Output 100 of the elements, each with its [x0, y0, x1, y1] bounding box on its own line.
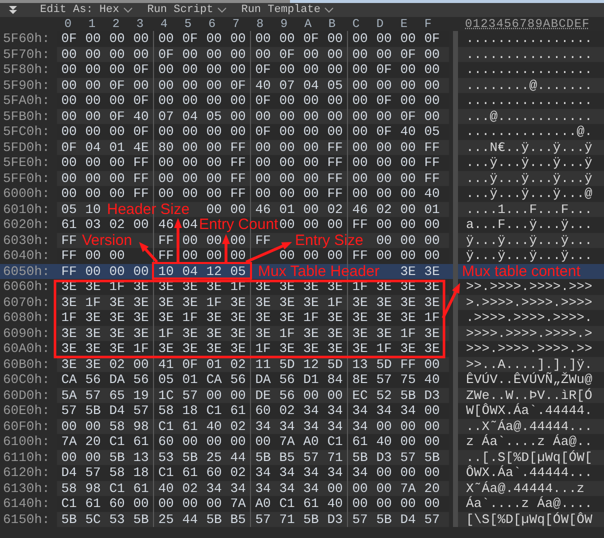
hex-byte[interactable]: 34 [251, 480, 275, 496]
hex-byte[interactable]: 18 [178, 403, 202, 418]
hex-byte[interactable]: 03 [81, 217, 105, 232]
hex-byte[interactable]: 00 [57, 418, 81, 434]
hex-byte[interactable]: 00 [81, 62, 105, 78]
hex-byte[interactable]: 00 [275, 31, 299, 46]
hex-byte[interactable]: 00 [178, 62, 202, 78]
hex-byte[interactable]: 00 [154, 31, 178, 46]
hex-byte[interactable]: FF [348, 217, 372, 232]
hex-byte[interactable]: 00 [178, 248, 202, 264]
hex-byte[interactable]: FF [226, 155, 250, 170]
hex-byte[interactable]: 00 [299, 108, 323, 124]
hex-byte[interactable]: 40 [396, 124, 420, 140]
hex-byte[interactable]: 00 [154, 186, 178, 202]
hex-byte[interactable]: 00 [275, 155, 299, 170]
hex-byte[interactable]: 00 [129, 46, 153, 62]
hex-byte[interactable]: 00 [396, 93, 420, 108]
hex-byte[interactable]: 00 [420, 434, 444, 450]
hex-byte[interactable]: 00 [372, 31, 396, 46]
hex-byte[interactable]: 00 [323, 62, 347, 78]
hex-byte[interactable]: 13 [129, 450, 153, 465]
hex-byte[interactable]: 1F [129, 341, 153, 356]
hex-byte[interactable]: FF [251, 232, 275, 248]
hex-byte[interactable]: B5 [275, 450, 299, 465]
hex-byte[interactable]: 00 [81, 170, 105, 186]
hex-byte[interactable]: 00 [178, 170, 202, 186]
hex-byte[interactable]: 00 [129, 264, 153, 279]
hex-byte[interactable]: 00 [178, 124, 202, 140]
hex-byte[interactable]: 3E [251, 326, 275, 341]
hex-byte[interactable]: 00 [372, 465, 396, 480]
hex-byte[interactable]: C1 [154, 465, 178, 480]
hex-byte[interactable]: 00 [372, 232, 396, 248]
hex-byte[interactable]: 00 [372, 248, 396, 264]
hex-byte[interactable]: 00 [202, 170, 226, 186]
hex-byte[interactable]: 00 [251, 170, 275, 186]
hex-byte[interactable]: 00 [154, 496, 178, 512]
hex-byte[interactable]: 1F [251, 341, 275, 356]
hex-byte[interactable]: 25 [154, 512, 178, 527]
hex-byte[interactable]: 00 [57, 124, 81, 140]
hex-byte[interactable]: 10 [81, 202, 105, 217]
hex-byte[interactable]: FF [129, 170, 153, 186]
hex-byte[interactable]: C1 [154, 418, 178, 434]
hex-byte[interactable]: 00 [275, 248, 299, 264]
hex-byte[interactable]: 3E [226, 341, 250, 356]
hex-byte[interactable]: 3E [372, 326, 396, 341]
hex-byte[interactable]: 57 [420, 512, 444, 527]
hex-byte[interactable]: 44 [178, 512, 202, 527]
hex-byte[interactable]: 3E [178, 294, 202, 310]
hex-byte[interactable]: 56 [275, 388, 299, 403]
hex-byte[interactable]: 00 [226, 46, 250, 62]
hex-byte[interactable]: 5D [323, 356, 347, 372]
hex-byte[interactable]: 3E [202, 326, 226, 341]
hex-byte[interactable]: 0F [129, 93, 153, 108]
hex-byte[interactable]: 57 [81, 465, 105, 480]
hex-byte[interactable]: 57 [57, 403, 81, 418]
hex-byte[interactable]: 5A [57, 388, 81, 403]
hex-byte[interactable]: 00 [105, 170, 129, 186]
hex-byte[interactable]: 00 [348, 155, 372, 170]
hex-byte[interactable]: 1F [372, 341, 396, 356]
hex-byte[interactable]: 5B [372, 512, 396, 527]
toolbar-menu[interactable]: Run Script [147, 4, 228, 16]
hex-byte[interactable]: 00 [105, 248, 129, 264]
hex-byte[interactable]: 00 [57, 186, 81, 202]
hex-byte[interactable]: 00 [202, 186, 226, 202]
hex-byte[interactable]: 00 [396, 465, 420, 480]
hex-byte[interactable]: 00 [420, 403, 444, 418]
hex-byte[interactable]: 3E [178, 341, 202, 356]
hex-byte[interactable]: 07 [154, 108, 178, 124]
hex-byte[interactable]: 34 [299, 465, 323, 480]
hex-byte[interactable]: FF [57, 232, 81, 248]
hex-byte[interactable]: 0F [105, 78, 129, 93]
hex-byte[interactable]: 00 [105, 124, 129, 140]
hex-byte[interactable]: C1 [105, 434, 129, 450]
hex-byte[interactable]: 71 [323, 450, 347, 465]
hex-byte[interactable]: 3E [372, 310, 396, 326]
hex-byte[interactable]: 00 [178, 46, 202, 62]
hex-byte[interactable]: 3E [105, 341, 129, 356]
hex-byte[interactable]: 00 [420, 78, 444, 93]
hex-byte[interactable]: 0F [372, 62, 396, 78]
hex-byte[interactable]: 04 [299, 78, 323, 93]
hex-byte[interactable]: 00 [275, 170, 299, 186]
hex-byte[interactable]: 00 [348, 124, 372, 140]
hex-byte[interactable]: 3E [251, 310, 275, 326]
hex-byte[interactable]: 3E [420, 341, 444, 356]
hex-byte[interactable]: FF [396, 356, 420, 372]
hex-byte[interactable]: 3E [57, 356, 81, 372]
hex-byte[interactable]: 00 [178, 434, 202, 450]
hex-byte[interactable]: 12 [202, 264, 226, 279]
hex-byte[interactable]: 0F [420, 31, 444, 46]
hex-byte[interactable]: 0F [251, 93, 275, 108]
hex-byte[interactable]: FF [323, 170, 347, 186]
hex-byte[interactable]: 61 [81, 496, 105, 512]
hex-byte[interactable]: 5B [178, 450, 202, 465]
hex-byte[interactable]: 00 [57, 108, 81, 124]
hex-byte[interactable]: 00 [348, 93, 372, 108]
hex-byte[interactable]: 00 [105, 93, 129, 108]
hex-byte[interactable]: 41 [154, 356, 178, 372]
hex-byte[interactable]: 3E [251, 294, 275, 310]
hex-byte[interactable]: 02 [178, 480, 202, 496]
hex-byte[interactable]: 00 [251, 186, 275, 202]
